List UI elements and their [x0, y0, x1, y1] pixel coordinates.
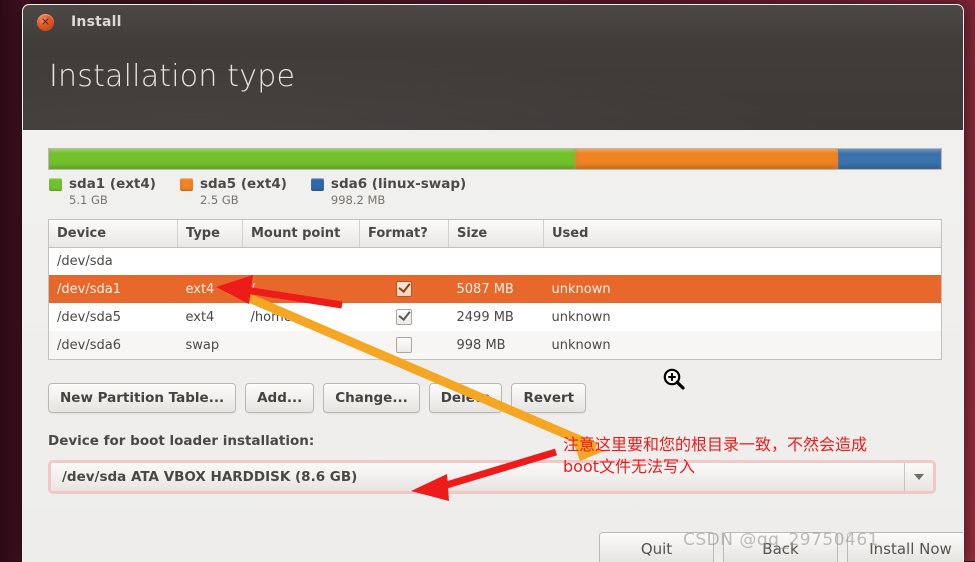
- page-title: Installation type: [49, 59, 296, 94]
- table-body: /dev/sda/dev/sda1 ext4/5087 MB unknown/dev…: [49, 247, 941, 359]
- legend-item: sda1 (ext4) 5.1 GB: [49, 176, 156, 207]
- cell-size: [448, 247, 544, 275]
- window-titlebar: ✕ Install: [23, 5, 963, 39]
- legend-item: sda6 (linux-swap) 998.2 MB: [310, 176, 467, 207]
- table-row[interactable]: /dev/sda5 ext4/home 2499 MB unknown: [49, 303, 941, 331]
- column-header-type[interactable]: Type: [177, 220, 243, 248]
- table-row[interactable]: /dev/sda6 swap 998 MB unknown: [49, 331, 941, 359]
- partition-table-container: Device Type Mount point Format? Size Use…: [48, 219, 942, 360]
- column-header-size[interactable]: Size: [448, 220, 544, 248]
- revert-button[interactable]: Revert: [511, 383, 587, 413]
- cell-mount-point: [242, 247, 360, 275]
- cell-format: [359, 303, 449, 331]
- cell-used: [543, 247, 941, 275]
- cell-type: ext4: [177, 275, 243, 303]
- column-header-format[interactable]: Format?: [359, 220, 449, 248]
- close-icon[interactable]: ✕: [37, 14, 54, 31]
- cell-size: 998 MB: [448, 331, 544, 359]
- legend-label: sda1 (ext4): [69, 176, 156, 192]
- window-header: Installation type: [23, 39, 963, 130]
- close-icon-glyph: ✕: [40, 15, 51, 29]
- delete-button[interactable]: Delete: [428, 383, 503, 413]
- legend-item: sda5 (ext4) 2.5 GB: [179, 176, 287, 207]
- cell-used: unknown: [543, 303, 941, 331]
- cell-device: /dev/sda6: [49, 331, 178, 359]
- legend-top: sda6 (linux-swap): [310, 176, 467, 192]
- window-title: Install: [71, 14, 122, 30]
- column-header-mount-point[interactable]: Mount point: [242, 220, 360, 248]
- format-checkbox[interactable]: [396, 281, 412, 297]
- column-header-used[interactable]: Used: [543, 220, 941, 248]
- column-header-device[interactable]: Device: [49, 220, 178, 248]
- cell-type: [177, 247, 243, 275]
- cell-device: /dev/sda1: [49, 275, 178, 303]
- partition-bar: [48, 148, 942, 170]
- legend-top: sda5 (ext4): [179, 176, 287, 192]
- legend-size: 998.2 MB: [330, 193, 386, 207]
- legend-swatch-icon: [49, 177, 62, 191]
- legend-label: sda6 (linux-swap): [330, 176, 467, 192]
- cell-device: /dev/sda: [49, 247, 178, 275]
- legend-swatch-icon: [179, 177, 193, 191]
- cell-used: unknown: [543, 331, 941, 359]
- boot-loader-label: Device for boot loader installation:: [48, 433, 315, 449]
- change-button[interactable]: Change...: [323, 383, 420, 413]
- table-header: Device Type Mount point Format? Size Use…: [49, 220, 941, 248]
- watermark: CSDN @qq_29750461: [683, 530, 879, 550]
- new-partition-table-button[interactable]: New Partition Table...: [48, 383, 237, 413]
- cell-format: [359, 331, 449, 359]
- format-checkbox[interactable]: [396, 337, 412, 353]
- window-content: sda1 (ext4) 5.1 GB sda5 (ext4) 2.5 GB sda6 (…: [23, 130, 963, 562]
- format-checkbox[interactable]: [396, 309, 412, 325]
- partition-action-buttons: New Partition Table... Add... Change... …: [48, 383, 587, 413]
- cell-type: swap: [177, 331, 243, 359]
- annotation-text: 注意这里要和您的根目录一致，不然会造成 boot文件无法写入: [563, 435, 868, 476]
- cell-mount-point: /: [242, 275, 360, 303]
- add-button[interactable]: Add...: [245, 383, 315, 413]
- table-row[interactable]: /dev/sda1 ext4/ 5087 MB unknown: [49, 275, 941, 303]
- partition-bar-segment-sda5: [575, 149, 839, 169]
- partition-bar-segment-sda6: [838, 149, 941, 169]
- legend-top: sda1 (ext4): [49, 176, 156, 192]
- cell-size: 5087 MB: [448, 275, 544, 303]
- legend-swatch-icon: [310, 177, 324, 191]
- cell-device: /dev/sda5: [49, 303, 178, 331]
- cell-mount-point: [242, 331, 360, 359]
- partition-legend: sda1 (ext4) 5.1 GB sda5 (ext4) 2.5 GB sda6 (…: [49, 176, 466, 207]
- cursor-plus-horizontal: [668, 376, 676, 378]
- legend-label: sda5 (ext4): [199, 176, 287, 192]
- cell-mount-point: /home: [242, 303, 360, 331]
- table-header-row: Device Type Mount point Format? Size Use…: [49, 220, 941, 248]
- cell-size: 2499 MB: [448, 303, 544, 331]
- table-row[interactable]: /dev/sda: [49, 247, 941, 275]
- partition-bar-segment-sda1: [49, 149, 576, 169]
- partition-table: Device Type Mount point Format? Size Use…: [49, 220, 941, 359]
- legend-size: 2.5 GB: [199, 193, 239, 207]
- cell-type: ext4: [177, 303, 243, 331]
- cursor-handle: [675, 380, 685, 390]
- installer-window: ✕ Install Installation type sda1 (ext4) 5…: [22, 4, 964, 562]
- partition-bar-track: [48, 148, 942, 170]
- zoom-in-cursor-icon: [663, 368, 685, 390]
- cell-format: [359, 275, 449, 303]
- legend-size: 5.1 GB: [69, 193, 108, 207]
- cell-format: [359, 247, 449, 275]
- cell-used: unknown: [543, 275, 941, 303]
